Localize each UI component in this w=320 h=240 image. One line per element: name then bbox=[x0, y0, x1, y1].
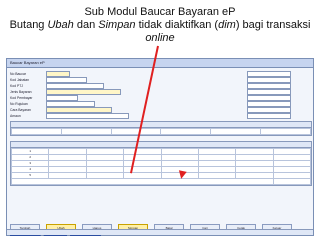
form-row-right bbox=[207, 77, 291, 83]
form-field-right[interactable] bbox=[247, 113, 291, 119]
status-bar bbox=[7, 229, 313, 235]
form-row-right bbox=[207, 71, 291, 77]
heading-simpan: Simpan bbox=[98, 19, 136, 31]
form-row-right bbox=[207, 83, 291, 89]
form-row-right bbox=[207, 107, 291, 113]
form-row: Kod Pembayar bbox=[10, 95, 78, 101]
heading-ubah: Ubah bbox=[47, 19, 74, 31]
table-cell bbox=[60, 128, 112, 135]
form-row: No Baucar bbox=[10, 71, 70, 77]
heading-online: online bbox=[145, 32, 175, 44]
window-titlebar: Baucar Bayaran eP bbox=[7, 59, 313, 68]
panel-summary bbox=[10, 121, 312, 136]
heading-text-1: Butang bbox=[9, 19, 48, 31]
form-row: Amaun bbox=[10, 113, 129, 119]
heading-dim: dim bbox=[218, 19, 236, 31]
table-row[interactable] bbox=[11, 128, 311, 135]
slide-heading: Sub Modul Baucar Bayaran eP Butang Ubah … bbox=[0, 0, 320, 56]
heading-text-2: dan bbox=[73, 19, 99, 31]
total-value bbox=[272, 178, 312, 185]
form-row: Cara Bayaran bbox=[10, 107, 112, 113]
form-row-right bbox=[207, 113, 291, 119]
annotation-arrow-head bbox=[177, 170, 187, 180]
form-row: Kod PTJ bbox=[10, 83, 104, 89]
form-row-right bbox=[207, 95, 291, 101]
form-row: No Rujukan bbox=[10, 101, 95, 107]
app-window: Baucar Bayaran eP No Baucar Kod Jabatan Ko… bbox=[6, 58, 314, 236]
panel-lines: 12345 bbox=[10, 141, 312, 186]
table-cell bbox=[260, 128, 311, 135]
summary-table bbox=[11, 128, 311, 135]
heading-line-1: Sub Modul Baucar Bayaran eP bbox=[84, 6, 236, 18]
form-field[interactable] bbox=[46, 113, 129, 119]
heading-line-2: Butang Ubah dan Simpan tidak diaktifkan … bbox=[0, 19, 320, 32]
form-row-right bbox=[207, 101, 291, 107]
heading-text-3: tidak diaktifkan ( bbox=[135, 19, 219, 31]
form-row: Jenis Bayaran bbox=[10, 89, 121, 95]
heading-line-3: online bbox=[0, 32, 320, 45]
form-row: Kod Jabatan bbox=[10, 77, 87, 83]
table-cell bbox=[11, 128, 62, 135]
table-cell bbox=[160, 128, 212, 135]
table-cell bbox=[210, 128, 262, 135]
heading-text-4: ) bagi transaksi bbox=[235, 19, 311, 31]
total-label bbox=[11, 178, 274, 185]
form-row-right bbox=[207, 89, 291, 95]
form-label: Amaun bbox=[10, 113, 21, 118]
lines-table: 12345 bbox=[10, 148, 312, 185]
table-cell bbox=[110, 128, 162, 135]
